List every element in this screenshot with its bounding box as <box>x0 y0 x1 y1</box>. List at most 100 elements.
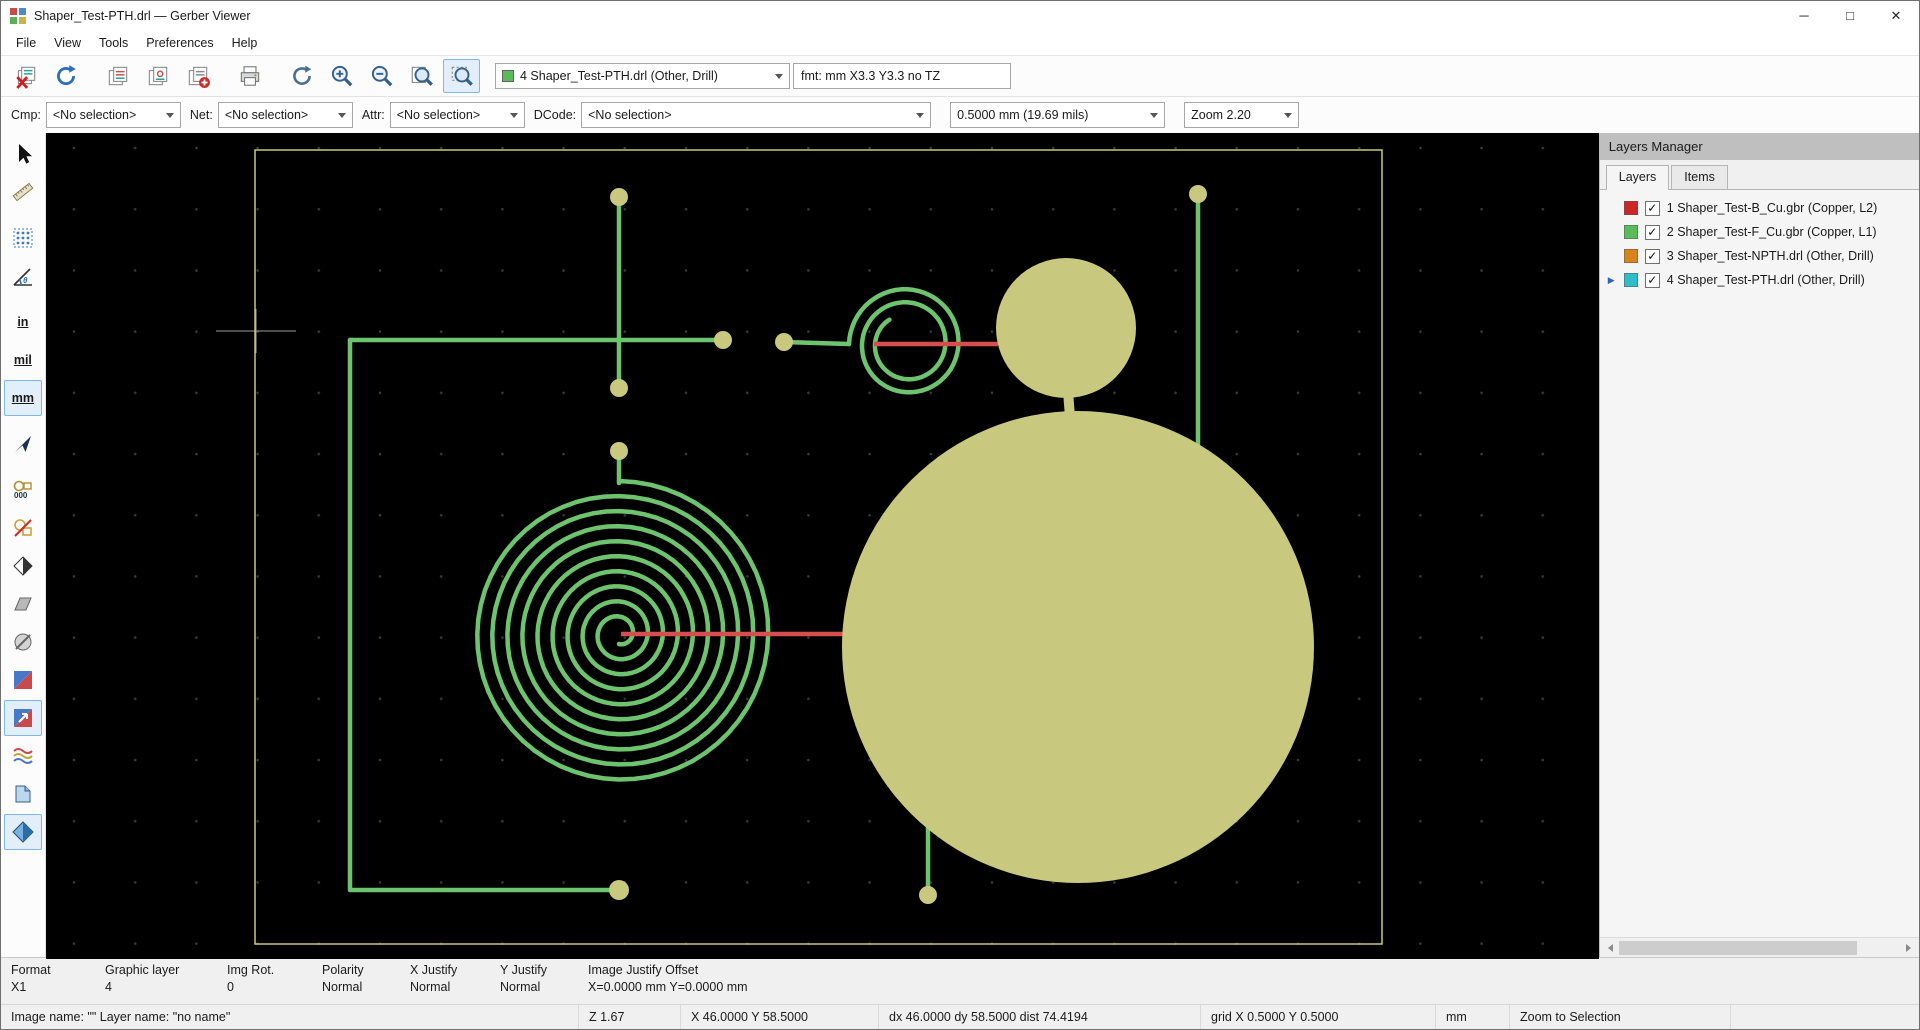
open-job-file-button[interactable] <box>179 59 216 93</box>
flip-view-button[interactable] <box>4 776 42 812</box>
attr-select[interactable]: <No selection> <box>390 102 525 128</box>
sketch-lines-button[interactable] <box>4 548 42 584</box>
layer-4-checkbox[interactable]: ✓ <box>1645 273 1660 288</box>
cmp-label: Cmp: <box>11 108 41 122</box>
scrollbar-thumb[interactable] <box>1619 941 1857 955</box>
units-inch-label: in <box>17 315 28 329</box>
sketch-polygons-button[interactable] <box>4 586 42 622</box>
x-justify-value: Normal <box>410 979 500 996</box>
active-layer-select-value: 4 Shaper_Test-PTH.drl (Other, Drill) <box>520 69 718 83</box>
menu-preferences[interactable]: Preferences <box>137 33 222 53</box>
units-mm-label: mm <box>12 391 34 405</box>
tab-layers[interactable]: Layers <box>1606 165 1670 190</box>
net-select[interactable]: <No selection> <box>218 102 353 128</box>
xor-mode-button[interactable] <box>4 700 42 736</box>
net-label: Net: <box>190 108 213 122</box>
redraw-view-button[interactable] <box>283 59 320 93</box>
layer-row-3[interactable]: ✓ 3 Shaper_Test-NPTH.drl (Other, Drill) <box>1600 244 1919 268</box>
close-button[interactable]: ✕ <box>1873 1 1919 30</box>
grid-size-select[interactable]: 0.5000 mm (19.69 mils) <box>950 102 1165 128</box>
layers-horizontal-scrollbar[interactable] <box>1600 937 1919 957</box>
net-select-value: <No selection> <box>225 108 308 122</box>
maximize-button[interactable]: □ <box>1827 1 1873 30</box>
grid-toggle-button[interactable] <box>4 220 42 256</box>
units-mm-button[interactable]: mm <box>4 380 42 416</box>
layer-1-checkbox[interactable]: ✓ <box>1645 201 1660 216</box>
scroll-left-arrow-icon[interactable] <box>1600 938 1618 957</box>
measure-tool-button[interactable] <box>4 174 42 210</box>
units-inch-button[interactable]: in <box>4 304 42 340</box>
left-toolbar: θ in mil mm 000 <box>1 133 46 957</box>
layer-2-checkbox[interactable]: ✓ <box>1645 225 1660 240</box>
reload-layers-icon[interactable] <box>47 59 84 93</box>
cursor-shape-button[interactable] <box>4 426 42 462</box>
zoom-in-button[interactable] <box>323 59 360 93</box>
layer-4-selected-arrow-icon: ▶ <box>1606 275 1617 286</box>
main-toolbar: 4 Shaper_Test-PTH.drl (Other, Drill) fmt… <box>1 55 1919 96</box>
polar-coords-button[interactable]: θ <box>4 258 42 294</box>
menu-view[interactable]: View <box>45 33 90 53</box>
gerber-viewer-window: Shaper_Test-PTH.drl — Gerber Viewer ─ □ … <box>0 0 1920 1030</box>
layer-row-1[interactable]: ✓ 1 Shaper_Test-B_Cu.gbr (Copper, L2) <box>1600 196 1919 220</box>
format-info-text: fmt: mm X3.3 Y3.3 no TZ <box>801 69 940 83</box>
diff-mode-button[interactable] <box>4 662 42 698</box>
grid-overlay <box>46 133 1599 959</box>
window-title: Shaper_Test-PTH.drl — Gerber Viewer <box>34 9 251 23</box>
menu-help[interactable]: Help <box>223 33 267 53</box>
layer-2-swatch <box>1624 225 1638 239</box>
menu-bar: File View Tools Preferences Help <box>1 30 1919 55</box>
dcodes-text: 000 <box>14 491 28 500</box>
cmp-select-value: <No selection> <box>53 108 136 122</box>
zoom-level-select[interactable]: Zoom 2.20 <box>1184 102 1299 128</box>
menu-file[interactable]: File <box>7 33 45 53</box>
dcode-select[interactable]: <No selection> <box>581 102 931 128</box>
layer-4-label: 4 Shaper_Test-PTH.drl (Other, Drill) <box>1667 273 1865 287</box>
high-contrast-button[interactable] <box>4 738 42 774</box>
zoom-fit-button[interactable] <box>403 59 440 93</box>
sketch-flashed-items-button[interactable] <box>4 510 42 546</box>
layer-3-label: 3 Shaper_Test-NPTH.drl (Other, Drill) <box>1667 249 1874 263</box>
attr-select-value: <No selection> <box>397 108 480 122</box>
zoom-out-button[interactable] <box>363 59 400 93</box>
layer-3-checkbox[interactable]: ✓ <box>1645 249 1660 264</box>
img-rot-label: Img Rot. <box>227 962 322 979</box>
layer-row-4[interactable]: ▶ ✓ 4 Shaper_Test-PTH.drl (Other, Drill) <box>1600 268 1919 292</box>
layers-manager-panel: Layers Manager Layers Items ✓ 1 Shaper_T… <box>1599 133 1919 957</box>
filter-toolbar: Cmp: <No selection> Net: <No selection> … <box>1 96 1919 133</box>
dcode-label: DCode: <box>534 108 576 122</box>
layer-1-label: 1 Shaper_Test-B_Cu.gbr (Copper, L2) <box>1667 201 1878 215</box>
tab-items[interactable]: Items <box>1671 165 1728 189</box>
ghost-negative-objects-button[interactable] <box>4 624 42 660</box>
layers-manager-toggle-button[interactable] <box>4 814 42 850</box>
minimize-button[interactable]: ─ <box>1781 1 1827 30</box>
graphic-layer-label: Graphic layer <box>105 962 227 979</box>
large-drill-circle <box>842 411 1314 883</box>
polarity-value: Normal <box>322 979 410 996</box>
clear-all-layers-button[interactable] <box>7 59 44 93</box>
units-mil-label: mil <box>14 353 32 367</box>
window-controls: ─ □ ✕ <box>1781 1 1919 30</box>
show-dcodes-button[interactable]: 000 <box>4 472 42 508</box>
layer-2-label: 2 Shaper_Test-F_Cu.gbr (Copper, L1) <box>1667 225 1877 239</box>
cmp-select[interactable]: <No selection> <box>46 102 181 128</box>
dcode-select-value: <No selection> <box>588 108 671 122</box>
zoom-selection-button[interactable] <box>443 59 480 93</box>
status-bar-top: Format X1 Graphic layer 4 Img Rot. 0 Pol… <box>1 957 1919 1004</box>
relative-position: dx 46.0000 dy 58.5000 dist 74.4194 <box>879 1005 1201 1029</box>
active-layer-select[interactable]: 4 Shaper_Test-PTH.drl (Other, Drill) <box>495 63 790 89</box>
gerber-canvas[interactable] <box>46 133 1599 959</box>
status-bar-bottom: Image name: "" Layer name: "no name" Z 1… <box>1 1004 1919 1029</box>
open-drill-file-button[interactable] <box>139 59 176 93</box>
polarity-label: Polarity <box>322 962 410 979</box>
print-button[interactable] <box>231 59 268 93</box>
app-icon <box>9 7 27 25</box>
layer-row-2[interactable]: ✓ 2 Shaper_Test-F_Cu.gbr (Copper, L1) <box>1600 220 1919 244</box>
scroll-right-arrow-icon[interactable] <box>1901 938 1919 957</box>
menu-tools[interactable]: Tools <box>90 33 137 53</box>
select-tool-button[interactable] <box>4 136 42 172</box>
attr-label: Attr: <box>362 108 385 122</box>
open-gerber-file-button[interactable] <box>99 59 136 93</box>
units-mil-button[interactable]: mil <box>4 342 42 378</box>
format-label: Format <box>11 962 105 979</box>
format-info-box: fmt: mm X3.3 Y3.3 no TZ <box>793 63 1011 89</box>
